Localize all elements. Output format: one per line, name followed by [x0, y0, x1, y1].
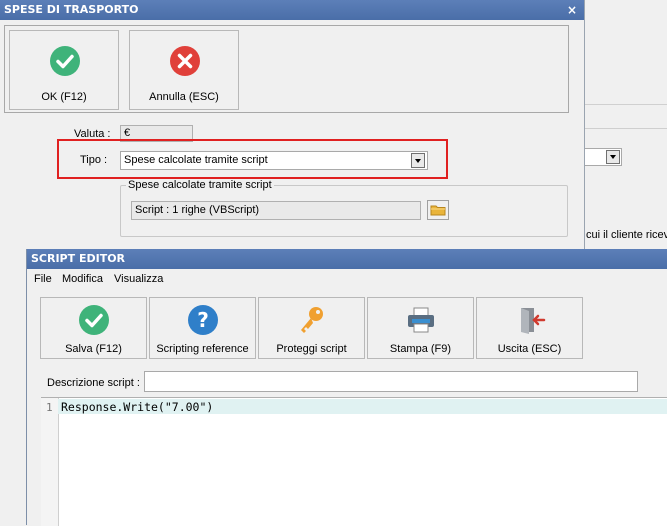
editor-title: SCRIPT EDITOR: [31, 252, 126, 265]
open-script-button[interactable]: [427, 200, 449, 220]
stampa-label: Stampa (F9): [389, 343, 452, 355]
ok-button[interactable]: OK (F12): [9, 30, 119, 110]
menu-bar: File Modifica Visualizza: [27, 269, 667, 289]
tipo-value: Spese calcolate tramite script: [124, 154, 268, 166]
salva-button[interactable]: Salva (F12): [40, 297, 147, 359]
chevron-down-icon[interactable]: [606, 150, 620, 164]
editor-titlebar: SCRIPT EDITOR: [27, 249, 667, 269]
script-group-title: Spese calcolate tramite script: [126, 179, 274, 191]
key-icon: [301, 307, 323, 333]
ok-label: OK (F12): [41, 91, 87, 103]
script-editor-window: SCRIPT EDITOR File Modifica Visualizza S…: [26, 249, 667, 526]
descrizione-input[interactable]: [144, 371, 638, 392]
descrizione-label: Descrizione script :: [47, 377, 140, 389]
proteggi-script-label: Proteggi script: [276, 343, 347, 355]
window-titlebar: SPESE DI TRASPORTO ×: [0, 0, 584, 20]
uscita-label: Uscita (ESC): [497, 343, 562, 355]
tipo-dropdown[interactable]: Spese calcolate tramite script: [120, 151, 428, 170]
spese-trasporto-window: SPESE DI TRASPORTO × OK (F12) Annulla (E…: [0, 0, 585, 258]
salva-label: Salva (F12): [65, 343, 122, 355]
svg-text:?: ?: [197, 308, 209, 332]
toolbar: OK (F12) Annulla (ESC): [4, 25, 569, 113]
line-gutter: 1: [41, 398, 59, 526]
divider: [580, 128, 667, 129]
folder-icon: [430, 205, 446, 216]
scripting-reference-label: Scripting reference: [156, 343, 249, 355]
printer-icon: [408, 307, 434, 333]
scripting-reference-button[interactable]: ? Scripting reference: [149, 297, 256, 359]
cancel-button[interactable]: Annulla (ESC): [129, 30, 239, 110]
divider: [580, 104, 667, 105]
check-icon: [79, 305, 109, 335]
code-editor[interactable]: 1 Response.Write("7.00"): [41, 397, 667, 526]
stampa-button[interactable]: Stampa (F9): [367, 297, 474, 359]
proteggi-script-button[interactable]: Proteggi script: [258, 297, 365, 359]
menu-file[interactable]: File: [34, 273, 52, 285]
code-line[interactable]: Response.Write("7.00"): [61, 400, 213, 414]
exit-icon: [521, 308, 546, 334]
background-dropdown[interactable]: [580, 148, 622, 166]
tipo-label: Tipo :: [80, 154, 108, 166]
chevron-down-icon[interactable]: [411, 153, 425, 168]
script-summary-field: Script : 1 righe (VBScript): [131, 201, 421, 220]
uscita-button[interactable]: Uscita (ESC): [476, 297, 583, 359]
close-icon[interactable]: ×: [567, 0, 577, 20]
cancel-label: Annulla (ESC): [149, 91, 219, 103]
menu-visualizza[interactable]: Visualizza: [114, 273, 163, 285]
check-icon: [50, 46, 80, 76]
menu-modifica[interactable]: Modifica: [62, 273, 103, 285]
background-partial-text: cui il cliente ricev: [586, 229, 667, 241]
line-number: 1: [46, 401, 53, 414]
help-icon: ?: [188, 305, 218, 335]
cancel-icon: [170, 46, 200, 76]
window-title: SPESE DI TRASPORTO: [4, 3, 139, 16]
